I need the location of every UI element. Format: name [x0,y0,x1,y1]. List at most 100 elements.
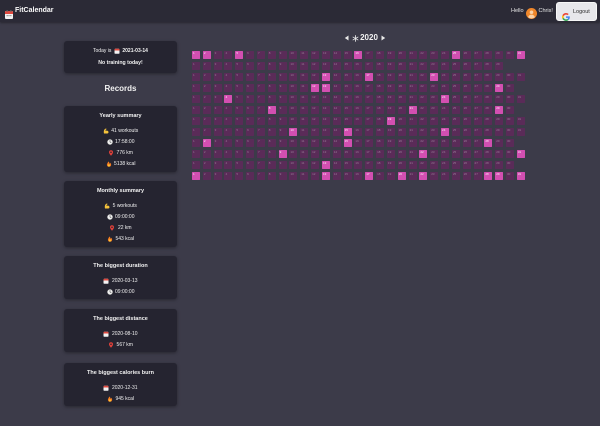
day-cell[interactable]: 5 [235,150,244,158]
day-cell-workout[interactable]: 13 [321,84,330,92]
day-cell[interactable]: 21 [408,139,417,147]
day-cell[interactable]: 12 [311,51,320,59]
day-cell[interactable]: 30 [506,139,515,147]
day-cell[interactable]: 29 [495,117,504,125]
day-cell[interactable]: 12 [311,117,320,125]
day-cell[interactable]: 27 [473,128,482,136]
day-cell[interactable]: 15 [343,150,352,158]
day-cell[interactable]: 7 [256,62,265,70]
day-cell[interactable]: 3 [213,95,222,103]
day-cell[interactable]: 28 [484,73,493,81]
day-cell[interactable]: 7 [256,150,265,158]
day-cell[interactable]: 14 [332,62,341,70]
day-cell[interactable]: 19 [386,150,395,158]
day-cell[interactable]: 3 [213,128,222,136]
day-cell[interactable]: 6 [246,62,255,70]
day-cell[interactable]: 14 [332,128,341,136]
day-cell[interactable]: 19 [386,161,395,169]
day-cell[interactable]: 17 [365,106,374,114]
day-cell[interactable]: 8 [267,172,276,180]
day-cell[interactable]: 9 [278,95,287,103]
day-cell-workout[interactable]: 19 [386,117,395,125]
day-cell[interactable]: 25 [451,62,460,70]
day-cell[interactable]: 21 [408,172,417,180]
day-cell-workout[interactable]: 29 [495,84,504,92]
day-cell-workout[interactable]: 10 [289,128,298,136]
day-cell[interactable]: 19 [386,95,395,103]
day-cell[interactable]: 15 [343,51,352,59]
day-cell[interactable]: 23 [430,172,439,180]
day-cell-workout[interactable]: 2 [202,51,211,59]
day-cell[interactable]: 22 [419,106,428,114]
day-cell[interactable]: 7 [256,84,265,92]
day-cell[interactable]: 23 [430,161,439,169]
day-cell[interactable]: 9 [278,172,287,180]
day-cell-workout[interactable]: 31 [516,172,525,180]
day-cell[interactable]: 28 [484,117,493,125]
day-cell[interactable]: 10 [289,117,298,125]
day-cell[interactable]: 21 [408,84,417,92]
day-cell[interactable]: 11 [300,117,309,125]
day-cell[interactable]: 30 [506,128,515,136]
day-cell[interactable]: 5 [235,95,244,103]
day-cell[interactable]: 30 [506,51,515,59]
day-cell[interactable]: 2 [202,150,211,158]
day-cell[interactable]: 22 [419,51,428,59]
day-cell[interactable]: 19 [386,128,395,136]
day-cell[interactable]: 8 [267,117,276,125]
day-cell[interactable]: 17 [365,117,374,125]
day-cell[interactable]: 12 [311,139,320,147]
day-cell[interactable]: 8 [267,128,276,136]
day-cell[interactable]: 25 [451,84,460,92]
day-cell-workout[interactable]: 13 [321,172,330,180]
day-cell[interactable]: 6 [246,150,255,158]
day-cell[interactable]: 23 [430,106,439,114]
day-cell[interactable]: 18 [376,51,385,59]
day-cell[interactable]: 22 [419,117,428,125]
day-cell[interactable]: 4 [224,117,233,125]
day-cell-workout[interactable]: 2 [202,139,211,147]
day-cell[interactable]: 11 [300,95,309,103]
next-year-button[interactable] [381,34,387,42]
day-cell[interactable]: 29 [495,150,504,158]
day-cell[interactable]: 3 [213,172,222,180]
day-cell[interactable]: 7 [256,139,265,147]
day-cell[interactable]: 3 [213,73,222,81]
day-cell[interactable]: 18 [376,161,385,169]
day-cell[interactable]: 6 [246,172,255,180]
day-cell[interactable]: 7 [256,106,265,114]
day-cell[interactable]: 28 [484,106,493,114]
day-cell[interactable]: 26 [462,150,471,158]
day-cell[interactable]: 6 [246,73,255,81]
day-cell[interactable]: 11 [300,128,309,136]
day-cell[interactable]: 20 [397,150,406,158]
day-cell[interactable]: 26 [462,62,471,70]
day-cell[interactable]: 3 [213,139,222,147]
day-cell[interactable]: 13 [321,106,330,114]
day-cell[interactable]: 8 [267,84,276,92]
day-cell[interactable]: 27 [473,51,482,59]
day-cell[interactable]: 7 [256,95,265,103]
day-cell[interactable]: 3 [213,161,222,169]
day-cell[interactable]: 23 [430,150,439,158]
day-cell[interactable]: 20 [397,62,406,70]
day-cell-workout[interactable]: 1 [192,172,200,180]
day-cell[interactable]: 25 [451,161,460,169]
day-cell[interactable]: 30 [506,73,515,81]
day-cell[interactable]: 21 [408,62,417,70]
day-cell[interactable]: 10 [289,51,298,59]
day-cell[interactable]: 14 [332,106,341,114]
day-cell[interactable]: 25 [451,73,460,81]
day-cell[interactable]: 1 [192,73,200,81]
day-cell[interactable]: 18 [376,172,385,180]
day-cell[interactable]: 27 [473,139,482,147]
day-cell[interactable]: 21 [408,117,417,125]
day-cell[interactable]: 22 [419,161,428,169]
day-cell[interactable]: 2 [202,106,211,114]
day-cell[interactable]: 9 [278,117,287,125]
day-cell[interactable]: 15 [343,73,352,81]
day-cell[interactable]: 10 [289,161,298,169]
day-cell[interactable]: 5 [235,106,244,114]
day-cell[interactable]: 2 [202,95,211,103]
day-cell[interactable]: 1 [192,139,200,147]
